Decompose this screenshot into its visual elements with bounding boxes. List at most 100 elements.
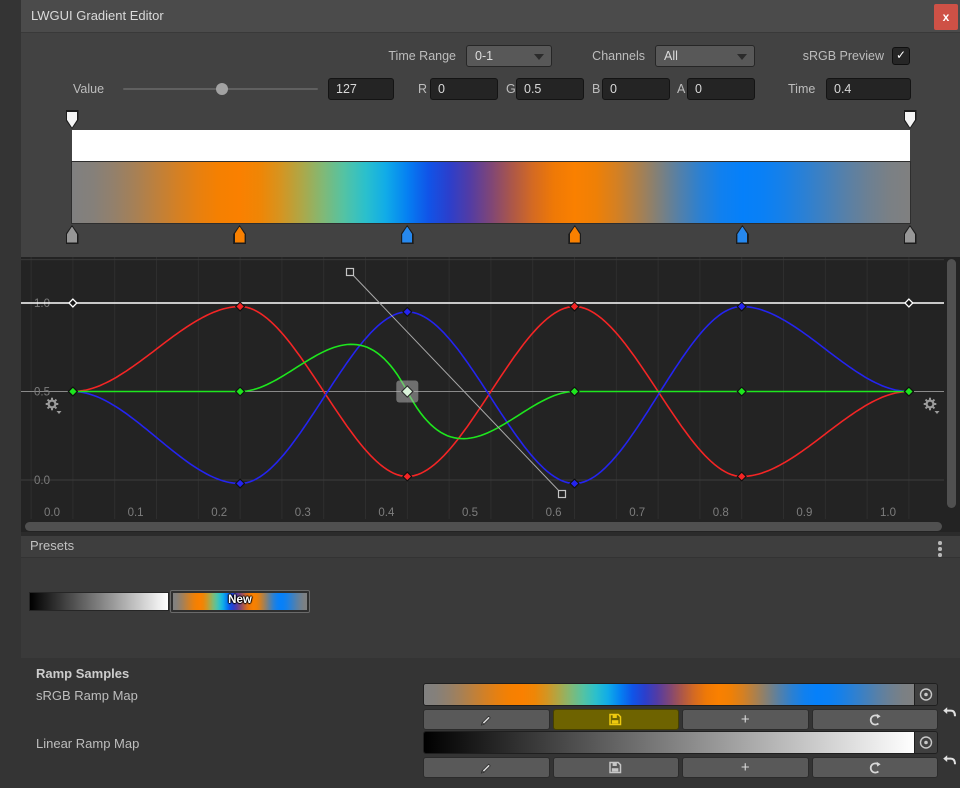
- undo-button[interactable]: [941, 704, 959, 722]
- undo-arrow-icon: [941, 752, 959, 770]
- save-floppy-icon: [608, 760, 623, 775]
- value-field[interactable]: 127: [328, 78, 394, 100]
- channels-dropdown[interactable]: All: [655, 45, 755, 67]
- edit-pencil-button[interactable]: [423, 709, 550, 730]
- alpha-marker[interactable]: [904, 110, 917, 129]
- x-tick-label: 0.1: [128, 507, 144, 519]
- green-key[interactable]: [905, 387, 914, 396]
- presets-header: Presets: [21, 536, 960, 558]
- gear-settings-icon[interactable]: [924, 398, 940, 414]
- save-button-highlighted[interactable]: [553, 709, 680, 730]
- alpha-marker[interactable]: [66, 110, 79, 129]
- edit-pencil-button[interactable]: [423, 757, 550, 778]
- color-marker-row: [72, 225, 910, 245]
- srgb-ramp-object-field[interactable]: [423, 683, 938, 706]
- gear-dropdown-triangle: [57, 411, 62, 414]
- gear-settings-icon[interactable]: [46, 398, 62, 414]
- close-button[interactable]: x: [934, 4, 958, 30]
- preset-grayscale-swatch[interactable]: [29, 592, 169, 611]
- pencil-icon: [479, 712, 494, 727]
- plus-icon: +: [741, 760, 750, 775]
- color-marker[interactable]: [568, 225, 581, 244]
- alpha-preview-strip[interactable]: [72, 130, 910, 162]
- r-field[interactable]: 0: [430, 78, 498, 100]
- color-marker-fill: [570, 227, 580, 243]
- v-scrollbar[interactable]: [946, 259, 958, 517]
- gear-dropdown-triangle: [935, 411, 940, 414]
- blue-key[interactable]: [403, 307, 412, 316]
- color-marker[interactable]: [736, 225, 749, 244]
- alpha-marker-row: [72, 110, 910, 129]
- window-title: LWGUI Gradient Editor: [31, 0, 164, 32]
- alpha-key[interactable]: [905, 299, 913, 307]
- srgb-preview-checkbox[interactable]: ✓: [892, 47, 910, 65]
- x-tick-label: 0.9: [796, 507, 812, 519]
- value-label: Value: [73, 78, 104, 100]
- object-picker-button[interactable]: [914, 732, 937, 753]
- pencil-icon: [479, 760, 494, 775]
- linear-ramp-object-field[interactable]: [423, 731, 938, 754]
- time-field[interactable]: 0.4: [826, 78, 911, 100]
- refresh-icon: [867, 712, 883, 728]
- add-button[interactable]: +: [682, 757, 809, 778]
- x-tick-label: 0.3: [295, 507, 311, 519]
- a-label: A: [677, 78, 685, 100]
- kebab-menu-icon[interactable]: [938, 541, 942, 559]
- ramp-samples-title: Ramp Samples: [36, 663, 129, 685]
- alpha-key[interactable]: [69, 299, 77, 307]
- a-field[interactable]: 0: [687, 78, 755, 100]
- y-tick-label: 0.0: [34, 475, 50, 487]
- x-tick-label: 0.7: [629, 507, 645, 519]
- alpha-marker-fill: [67, 112, 77, 128]
- save-button[interactable]: [553, 757, 680, 778]
- refresh-button[interactable]: [812, 757, 939, 778]
- h-scrollbar[interactable]: [21, 520, 960, 532]
- gear-body: [49, 401, 56, 408]
- check-icon: ✓: [896, 48, 906, 62]
- object-picker-button[interactable]: [914, 684, 937, 705]
- time-range-dropdown[interactable]: 0-1: [466, 45, 552, 67]
- h-scroll-thumb[interactable]: [25, 522, 942, 531]
- color-marker[interactable]: [66, 225, 79, 244]
- x-tick-label: 0.6: [546, 507, 562, 519]
- srgb-ramp-buttons: +: [423, 709, 938, 730]
- color-marker-fill: [67, 227, 77, 243]
- value-slider-knob[interactable]: [216, 83, 228, 95]
- g-label: G: [506, 78, 516, 100]
- color-marker[interactable]: [233, 225, 246, 244]
- green-key[interactable]: [737, 387, 746, 396]
- chevron-down-icon: [534, 54, 544, 60]
- green-key[interactable]: [570, 387, 579, 396]
- color-marker-fill: [402, 227, 412, 243]
- preset-new-swatch[interactable]: New: [170, 590, 310, 613]
- srgb-preview-label: sRGB Preview: [779, 45, 884, 67]
- green-key[interactable]: [69, 387, 78, 396]
- refresh-button[interactable]: [812, 709, 939, 730]
- undo-button[interactable]: [941, 752, 959, 770]
- linear-ramp-texture: [424, 732, 915, 753]
- window-titlebar[interactable]: LWGUI Gradient Editor x: [21, 0, 960, 33]
- g-field[interactable]: 0.5: [516, 78, 584, 100]
- tangent-line: [350, 272, 562, 494]
- channels-label: Channels: [574, 45, 645, 67]
- b-field[interactable]: 0: [602, 78, 670, 100]
- add-button[interactable]: +: [682, 709, 809, 730]
- color-marker-fill: [235, 227, 245, 243]
- color-marker[interactable]: [904, 225, 917, 244]
- alpha-marker-fill: [905, 112, 915, 128]
- color-marker[interactable]: [401, 225, 414, 244]
- preset-new-label: New: [171, 594, 309, 606]
- x-tick-label: 0.0: [44, 507, 60, 519]
- y-tick-label: 1.0: [34, 298, 50, 310]
- tangent-handle[interactable]: [559, 491, 566, 498]
- v-scroll-thumb[interactable]: [947, 259, 956, 508]
- x-tick-label: 1.0: [880, 507, 896, 519]
- x-tick-label: 0.4: [378, 507, 395, 519]
- x-tick-label: 0.5: [462, 507, 478, 519]
- tangent-handle[interactable]: [347, 269, 354, 276]
- screen: LWGUI Gradient Editor x Time Range 0-1 C…: [0, 0, 960, 788]
- green-key[interactable]: [236, 387, 245, 396]
- b-label: B: [592, 78, 600, 100]
- gradient-color-strip[interactable]: [72, 162, 910, 223]
- curve-chart: 0.00.10.20.30.40.50.60.70.80.91.01.00.50…: [21, 257, 944, 519]
